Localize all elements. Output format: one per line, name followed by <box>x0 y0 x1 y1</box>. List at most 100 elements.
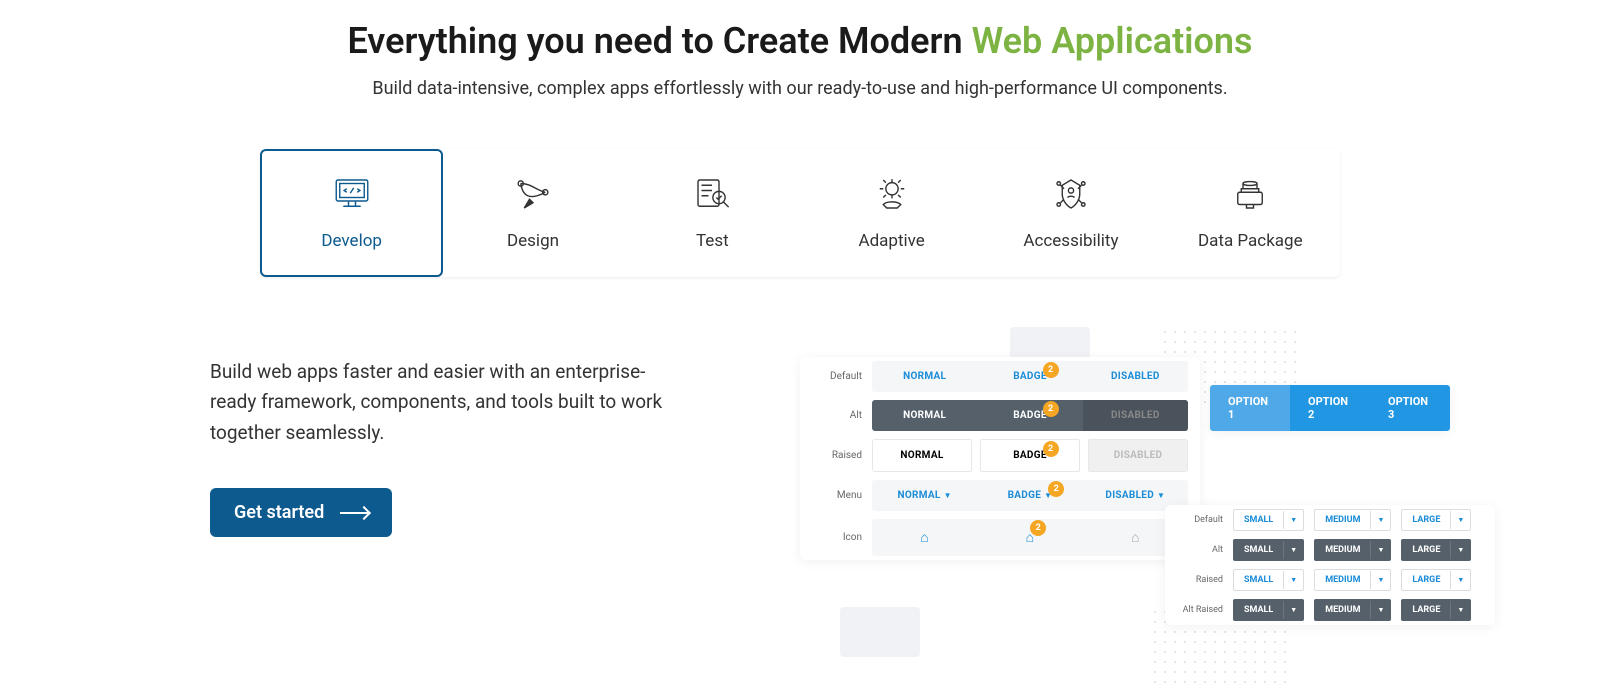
page-subtitle: Build data-intensive, complex apps effor… <box>200 78 1400 99</box>
page-title: Everything you need to Create Modern Web… <box>200 20 1400 62</box>
table-row: Default SMALL▼ MEDIUM▼ LARGE▼ <box>1165 505 1495 535</box>
tab-label: Test <box>696 231 729 251</box>
chevron-down-icon: ▼ <box>1450 601 1470 619</box>
chevron-down-icon: ▼ <box>1157 491 1165 500</box>
tab-label: Data Package <box>1198 231 1303 251</box>
badge-count: 2 <box>1043 362 1059 378</box>
badge-button[interactable]: BADGE2 <box>980 439 1080 472</box>
home-icon-button[interactable]: ⌂ <box>872 519 977 556</box>
home-icon: ⌂ <box>1131 530 1140 546</box>
button-styles-panel: Default NORMAL BADGE2 DISABLED Alt NORMA… <box>800 357 1200 560</box>
size-segment: SMALL▼ MEDIUM▼ LARGE▼ <box>1233 539 1485 561</box>
tab-label: Design <box>507 231 559 251</box>
cta-label: Get started <box>234 502 324 523</box>
data-package-icon <box>1229 175 1271 213</box>
table-row: Icon ⌂ ⌂2 ⌂ <box>800 515 1200 560</box>
row-label: Menu <box>812 490 862 501</box>
row-label: Raised <box>812 450 862 461</box>
button-segment: NORMAL BADGE2 DISABLED <box>872 439 1188 472</box>
option-2-tab[interactable]: OPTION 2 <box>1290 385 1370 431</box>
medium-split-button[interactable]: MEDIUM▼ <box>1314 509 1391 531</box>
home-icon-badge-button[interactable]: ⌂2 <box>977 519 1082 556</box>
badge-count: 2 <box>1043 441 1059 457</box>
chevron-down-icon: ▼ <box>1370 601 1390 619</box>
disabled-button: DISABLED <box>1088 439 1188 472</box>
row-label: Icon <box>812 532 862 543</box>
chevron-down-icon: ▼ <box>1370 541 1390 559</box>
size-buttons-panel: Default SMALL▼ MEDIUM▼ LARGE▼ Alt SMALL▼… <box>1165 505 1495 625</box>
chevron-down-icon: ▼ <box>1450 571 1470 589</box>
normal-menu-button[interactable]: NORMAL▼ <box>872 480 977 511</box>
chevron-down-icon: ▼ <box>1370 511 1390 529</box>
button-segment: NORMAL BADGE2 DISABLED <box>872 400 1188 431</box>
size-segment: SMALL▼ MEDIUM▼ LARGE▼ <box>1233 599 1485 621</box>
size-segment: SMALL▼ MEDIUM▼ LARGE▼ <box>1233 569 1485 591</box>
table-row: Default NORMAL BADGE2 DISABLED <box>800 357 1200 396</box>
chevron-down-icon: ▼ <box>1450 541 1470 559</box>
test-icon <box>691 175 733 213</box>
content-left: Build web apps faster and easier with an… <box>200 357 680 537</box>
row-label: Raised <box>1175 575 1223 585</box>
get-started-button[interactable]: Get started <box>210 488 392 537</box>
disabled-button: DISABLED <box>1083 361 1188 392</box>
badge-button[interactable]: BADGE2 <box>977 361 1082 392</box>
content-area: Build web apps faster and easier with an… <box>200 277 1400 537</box>
large-split-button[interactable]: LARGE▼ <box>1401 599 1471 621</box>
normal-button[interactable]: NORMAL <box>872 361 977 392</box>
chevron-down-icon: ▼ <box>1450 511 1470 529</box>
arrow-right-icon <box>340 512 368 514</box>
row-label: Alt <box>812 410 862 421</box>
tab-label: Adaptive <box>858 231 924 251</box>
large-split-button[interactable]: LARGE▼ <box>1401 539 1471 561</box>
tab-label: Develop <box>321 231 382 251</box>
chevron-down-icon: ▼ <box>1283 601 1303 619</box>
table-row: Alt Raised SMALL▼ MEDIUM▼ LARGE▼ <box>1165 595 1495 625</box>
normal-button[interactable]: NORMAL <box>872 439 972 472</box>
button-segment: NORMAL▼ BADGE▼2 DISABLED▼ <box>872 480 1188 511</box>
badge-count: 2 <box>1043 401 1059 417</box>
option-tabs: OPTION 1 OPTION 2 OPTION 3 <box>1210 385 1450 431</box>
table-row: Alt SMALL▼ MEDIUM▼ LARGE▼ <box>1165 535 1495 565</box>
develop-icon <box>331 175 373 213</box>
tab-design[interactable]: Design <box>443 149 622 277</box>
normal-button[interactable]: NORMAL <box>872 400 977 431</box>
chevron-down-icon: ▼ <box>1283 511 1303 529</box>
chevron-down-icon: ▼ <box>1370 571 1390 589</box>
row-label: Alt Raised <box>1175 605 1223 615</box>
medium-split-button[interactable]: MEDIUM▼ <box>1314 539 1391 561</box>
tab-data-package[interactable]: Data Package <box>1161 149 1340 277</box>
home-icon: ⌂ <box>920 530 929 546</box>
large-split-button[interactable]: LARGE▼ <box>1401 509 1471 531</box>
small-split-button[interactable]: SMALL▼ <box>1233 569 1304 591</box>
option-1-tab[interactable]: OPTION 1 <box>1210 385 1290 431</box>
table-row: Menu NORMAL▼ BADGE▼2 DISABLED▼ <box>800 476 1200 515</box>
small-split-button[interactable]: SMALL▼ <box>1233 539 1304 561</box>
badge-button[interactable]: BADGE2 <box>977 400 1082 431</box>
tab-accessibility[interactable]: Accessibility <box>981 149 1160 277</box>
design-icon <box>512 175 554 213</box>
table-row: Alt NORMAL BADGE2 DISABLED <box>800 396 1200 435</box>
badge-count: 2 <box>1030 520 1046 536</box>
small-split-button[interactable]: SMALL▼ <box>1233 509 1304 531</box>
tab-adaptive[interactable]: Adaptive <box>802 149 981 277</box>
options-panel: OPTION 1 OPTION 2 OPTION 3 <box>1210 385 1450 431</box>
row-label: Default <box>812 371 862 382</box>
page-container: Everything you need to Create Modern Web… <box>200 0 1400 557</box>
table-row: Raised NORMAL BADGE2 DISABLED <box>800 435 1200 476</box>
chevron-down-icon: ▼ <box>1283 571 1303 589</box>
size-segment: SMALL▼ MEDIUM▼ LARGE▼ <box>1233 509 1485 531</box>
tab-test[interactable]: Test <box>623 149 802 277</box>
decorative-block <box>840 607 920 657</box>
tab-develop[interactable]: Develop <box>260 149 443 277</box>
badge-menu-button[interactable]: BADGE▼2 <box>977 480 1082 511</box>
large-split-button[interactable]: LARGE▼ <box>1401 569 1471 591</box>
option-3-tab[interactable]: OPTION 3 <box>1370 385 1450 431</box>
medium-split-button[interactable]: MEDIUM▼ <box>1314 599 1391 621</box>
feature-tabs: Develop Design Test Adaptive Accessibili… <box>260 149 1340 277</box>
table-row: Raised SMALL▼ MEDIUM▼ LARGE▼ <box>1165 565 1495 595</box>
heading-accent: Web Applications <box>972 20 1253 62</box>
adaptive-icon <box>871 175 913 213</box>
medium-split-button[interactable]: MEDIUM▼ <box>1314 569 1391 591</box>
small-split-button[interactable]: SMALL▼ <box>1233 599 1304 621</box>
chevron-down-icon: ▼ <box>944 491 952 500</box>
